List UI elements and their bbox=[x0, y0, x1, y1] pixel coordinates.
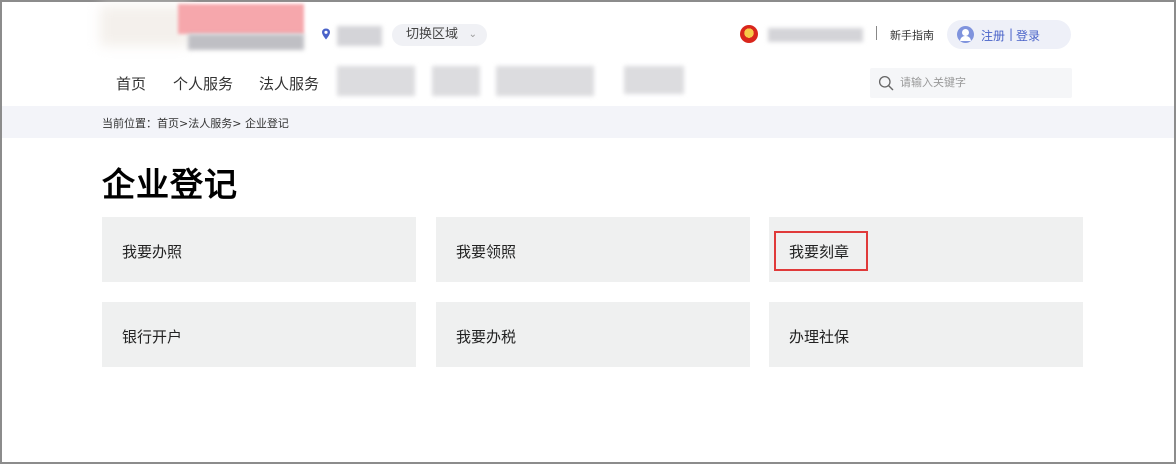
breadcrumb-corporate-services[interactable]: 法人服务 bbox=[188, 117, 232, 130]
breadcrumb-separator: > bbox=[179, 117, 189, 130]
search-input[interactable] bbox=[900, 73, 1065, 93]
current-region-text bbox=[337, 26, 382, 46]
page-title: 企业登记 bbox=[102, 165, 238, 204]
card-social-insurance[interactable]: 办理社保 bbox=[769, 302, 1083, 367]
breadcrumb-home[interactable]: 首页 bbox=[157, 117, 179, 130]
location-pin-icon bbox=[322, 28, 330, 40]
national-emblem-icon bbox=[740, 25, 758, 43]
card-label: 我要刻章 bbox=[789, 243, 850, 261]
breadcrumb: 当前位置：首页>法人服务> 企业登记 bbox=[102, 115, 289, 131]
breadcrumb-separator: > bbox=[232, 117, 242, 130]
card-collect-license[interactable]: 我要领照 bbox=[436, 217, 750, 282]
breadcrumb-prefix: 当前位置： bbox=[102, 117, 157, 130]
card-label: 办理社保 bbox=[789, 328, 850, 346]
nav-personal-services[interactable]: 个人服务 bbox=[173, 73, 233, 94]
beginner-guide-link[interactable]: 新手指南 bbox=[890, 27, 934, 43]
nav-item-redacted-1[interactable] bbox=[337, 66, 415, 96]
header-divider bbox=[876, 26, 877, 40]
card-label: 我要办照 bbox=[122, 243, 183, 261]
nav-home[interactable]: 首页 bbox=[116, 73, 146, 94]
auth-separator: | bbox=[1009, 27, 1014, 41]
nav-item-redacted-2[interactable] bbox=[432, 66, 480, 96]
nav-corporate-services[interactable]: 法人服务 bbox=[259, 73, 319, 94]
search-icon[interactable] bbox=[878, 75, 894, 91]
register-link[interactable]: 注册 bbox=[981, 27, 1005, 44]
card-tax-registration[interactable]: 我要办税 bbox=[436, 302, 750, 367]
site-logo[interactable] bbox=[98, 2, 308, 60]
switch-region-label: 切换区域 bbox=[406, 27, 459, 42]
card-label: 我要办税 bbox=[456, 328, 517, 346]
card-label: 我要领照 bbox=[456, 243, 517, 261]
nav-item-redacted-4[interactable] bbox=[624, 66, 684, 94]
search-box bbox=[870, 68, 1072, 98]
user-avatar-icon bbox=[957, 26, 974, 43]
card-make-seal[interactable]: 我要刻章 bbox=[769, 217, 1083, 282]
card-apply-license[interactable]: 我要办照 bbox=[102, 217, 416, 282]
card-bank-account[interactable]: 银行开户 bbox=[102, 302, 416, 367]
breadcrumb-current: 企业登记 bbox=[244, 117, 289, 130]
card-label: 银行开户 bbox=[122, 328, 183, 346]
nav-item-redacted-3[interactable] bbox=[496, 66, 594, 96]
switch-region-button[interactable]: 切换区域 ⌄ bbox=[392, 24, 487, 46]
chevron-down-icon: ⌄ bbox=[468, 29, 477, 40]
breadcrumb-bar: 当前位置：首页>法人服务> 企业登记 bbox=[2, 106, 1174, 138]
auth-panel: 注册 | 登录 bbox=[947, 20, 1071, 49]
login-link[interactable]: 登录 bbox=[1016, 27, 1040, 44]
site-name-text bbox=[768, 28, 863, 42]
